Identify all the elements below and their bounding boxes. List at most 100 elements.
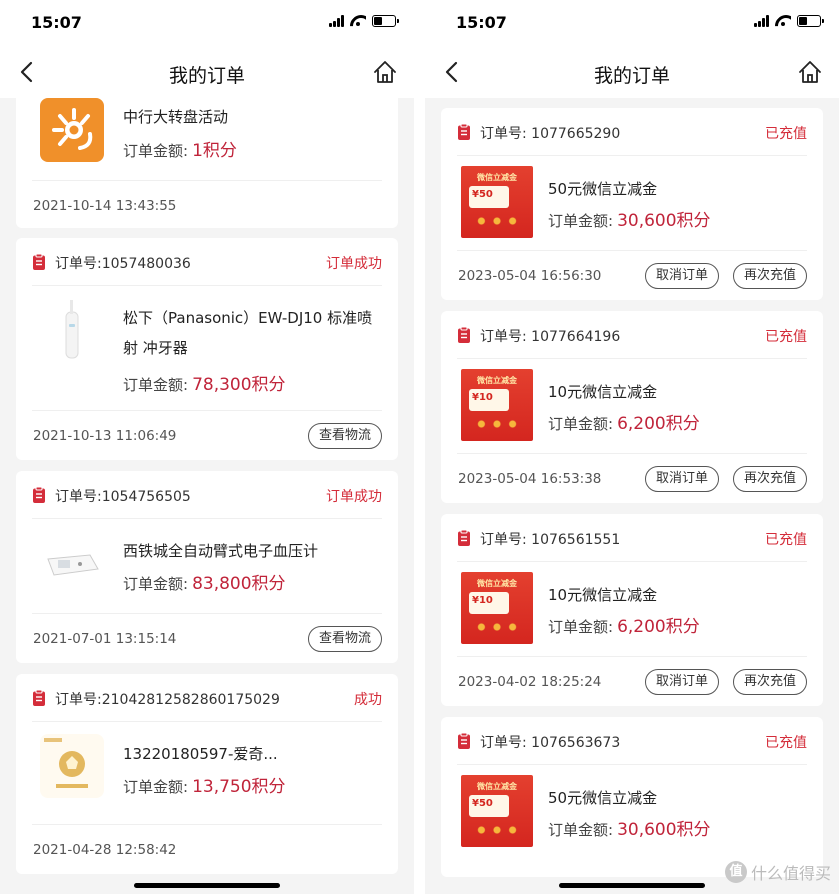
card-header: 订单号: 1077664196 已充值 <box>457 311 807 359</box>
order-status: 已充值 <box>765 126 807 142</box>
watermark-text: 什么值得买 <box>750 864 831 883</box>
card-footer: 2021-10-13 11:06:49 查看物流 <box>32 410 382 460</box>
view-logistics-button[interactable]: 查看物流 <box>307 423 382 449</box>
order-amount: 订单金额: 13,750积分 <box>123 772 286 797</box>
product-image-water-flosser <box>40 298 104 362</box>
coupon-value: ¥50 <box>472 189 493 200</box>
order-date: 2021-04-28 12:58:42 <box>33 842 177 858</box>
amount-value: 30,600积分 <box>617 211 711 231</box>
order-amount: 订单金额: 6,200积分 <box>548 612 700 637</box>
order-card[interactable]: 订单号:1057480036 订单成功 松下（Panasonic）EW-DJ10… <box>16 238 398 460</box>
order-document-icon <box>33 690 45 706</box>
order-card[interactable]: 订单号: 1077665290 已充值 微信立减金 ¥50 50元微信立减金 订单… <box>441 108 823 300</box>
product-image-wechat-coupon: 微信立减金 ¥50 <box>461 775 533 847</box>
page-title: 我的订单 <box>593 65 670 87</box>
order-status: 订单成功 <box>326 489 382 505</box>
product-image-blood-pressure-monitor <box>40 533 104 597</box>
order-date: 2023-04-02 18:25:24 <box>458 674 602 690</box>
order-document-icon <box>458 530 470 546</box>
status-icons <box>329 15 399 27</box>
order-amount: 订单金额: 78,300积分 <box>123 370 286 395</box>
page-title: 我的订单 <box>168 65 245 87</box>
coupon-title: 微信立减金 <box>477 579 517 588</box>
coupon-value: ¥10 <box>472 595 493 606</box>
amount-value: 1积分 <box>192 141 237 161</box>
view-logistics-button[interactable]: 查看物流 <box>307 626 382 652</box>
card-header: 订单号: 1076563673 已充值 <box>457 717 807 765</box>
navigation-bar: 我的订单 <box>0 46 414 98</box>
product-name: 13220180597-爱奇... <box>123 745 278 763</box>
status-bar: 15:07 <box>425 0 839 46</box>
cellular-signal-icon <box>754 15 769 27</box>
home-indicator <box>134 883 280 888</box>
home-indicator <box>559 883 705 888</box>
card-header: 订单号:1054756505 订单成功 <box>32 471 382 519</box>
order-number: 订单号: 1077664196 <box>480 329 621 345</box>
card-header: 订单号:1057480036 订单成功 <box>32 238 382 286</box>
left-phone-screen: 中行大转盘活动 订单金额: 1积分 2021-10-14 13:43:55 订单号… <box>0 0 414 894</box>
amount-label: 订单金额: <box>123 376 189 394</box>
watermark-logo-icon: 值 <box>724 861 747 883</box>
coupon-value: ¥10 <box>472 392 493 403</box>
product-image-wechat-coupon: 微信立减金 ¥50 <box>461 166 533 238</box>
recharge-again-button[interactable]: 再次充值 <box>732 263 807 289</box>
battery-icon <box>797 15 824 27</box>
order-document-icon <box>458 733 470 749</box>
status-time: 15:07 <box>456 13 507 32</box>
amount-value: 13,750积分 <box>192 777 286 797</box>
amount-label: 订单金额: <box>123 575 189 593</box>
order-document-icon <box>33 487 45 503</box>
amount-value: 6,200积分 <box>617 617 700 637</box>
cancel-order-button[interactable]: 取消订单 <box>644 466 719 492</box>
amount-value: 6,200积分 <box>617 414 700 434</box>
amount-value: 30,600积分 <box>617 820 711 840</box>
order-card[interactable]: 订单号: 1076561551 已充值 微信立减金 ¥10 10元微信立减金 订单… <box>441 514 823 706</box>
product-name: 中行大转盘活动 <box>123 108 229 126</box>
cancel-order-button[interactable]: 取消订单 <box>644 263 719 289</box>
amount-label: 订单金额: <box>548 415 614 433</box>
status-time: 15:07 <box>31 13 82 32</box>
order-date: 2023-05-04 16:53:38 <box>458 471 602 487</box>
recharge-again-button[interactable]: 再次充值 <box>732 466 807 492</box>
amount-value: 83,800积分 <box>192 574 286 594</box>
status-bar: 15:07 <box>0 0 414 46</box>
order-card[interactable]: 订单号: 1076563673 已充值 微信立减金 ¥50 50元微信立减金 订单… <box>441 717 823 877</box>
coupon-title: 微信立减金 <box>477 173 517 182</box>
card-footer: 2023-04-02 18:25:24 取消订单 再次充值 <box>457 656 807 706</box>
card-footer: 2021-04-28 12:58:42 <box>32 824 382 874</box>
order-amount: 订单金额: 6,200积分 <box>548 409 700 434</box>
recharge-again-button[interactable]: 再次充值 <box>732 669 807 695</box>
amount-label: 订单金额: <box>123 142 189 160</box>
product-name: 松下（Panasonic）EW-DJ10 标准喷射 冲牙器 <box>123 309 373 357</box>
wifi-icon <box>350 15 366 27</box>
card-header: 订单号: 1076561551 已充值 <box>457 514 807 562</box>
product-name: 10元微信立减金 <box>548 586 658 604</box>
product-image-iqiyi-gold-card <box>40 734 104 798</box>
home-icon[interactable] <box>797 59 823 85</box>
card-footer: 2021-10-14 13:43:55 <box>32 180 382 230</box>
order-number: 订单号:1057480036 <box>55 256 191 272</box>
product-name: 西铁城全自动臂式电子血压计 <box>123 542 319 560</box>
order-status: 订单成功 <box>326 256 382 272</box>
right-phone-screen: 订单号: 1077665290 已充值 微信立减金 ¥50 50元微信立减金 订单… <box>425 0 839 894</box>
coupon-title: 微信立减金 <box>477 782 517 791</box>
order-card[interactable]: 中行大转盘活动 订单金额: 1积分 2021-10-14 13:43:55 <box>16 88 398 228</box>
product-name: 10元微信立减金 <box>548 383 658 401</box>
order-number: 订单号:21042812582860175029 <box>55 692 280 708</box>
navigation-bar: 我的订单 <box>425 46 839 98</box>
order-card[interactable]: 订单号:21042812582860175029 成功 13220180597-… <box>16 674 398 874</box>
order-status: 成功 <box>354 692 382 708</box>
cellular-signal-icon <box>329 15 344 27</box>
order-card[interactable]: 订单号: 1077664196 已充值 微信立减金 ¥10 10元微信立减金 订单… <box>441 311 823 503</box>
battery-icon <box>372 15 399 27</box>
order-status: 已充值 <box>765 735 807 751</box>
cancel-order-button[interactable]: 取消订单 <box>644 669 719 695</box>
order-card[interactable]: 订单号:1054756505 订单成功 西铁城全自动臂式电子血压计 订单金额: 8… <box>16 471 398 663</box>
product-name: 50元微信立减金 <box>548 789 658 807</box>
home-icon[interactable] <box>372 59 398 85</box>
order-status: 已充值 <box>765 329 807 345</box>
order-number: 订单号:1054756505 <box>55 489 191 505</box>
watermark: 值 什么值得买 <box>724 860 831 884</box>
order-amount: 订单金额: 1积分 <box>123 136 237 161</box>
order-status: 已充值 <box>765 532 807 548</box>
